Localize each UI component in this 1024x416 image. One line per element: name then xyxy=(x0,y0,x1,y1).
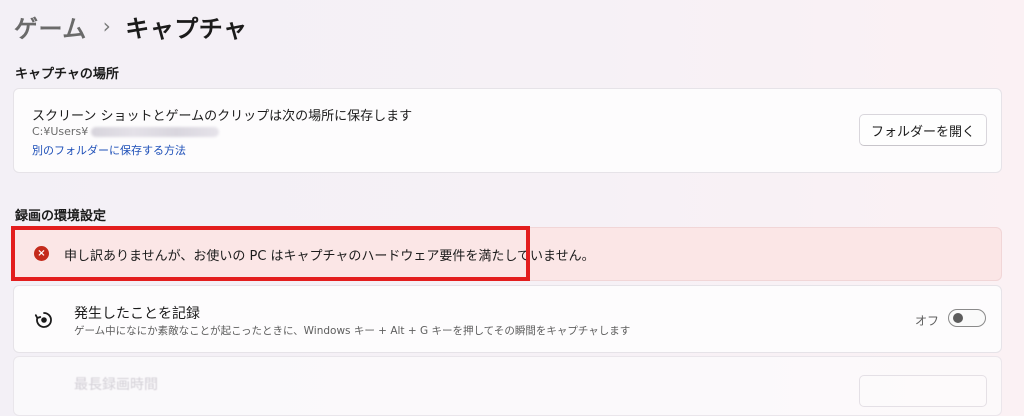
toggle-knob xyxy=(953,313,963,323)
record-what-happened-description: ゲーム中になにか素敵なことが起こったときに、Windows キー + Alt +… xyxy=(74,325,631,337)
hardware-error-banner: × 申し訳ありませんが、お使いの PC はキャプチャのハードウェア要件を満たして… xyxy=(13,227,1002,281)
hardware-error-message: 申し訳ありませんが、お使いの PC はキャプチャのハードウェア要件を満たしていま… xyxy=(64,249,595,264)
max-recording-length-dropdown[interactable] xyxy=(859,375,987,407)
max-recording-length-title: 最長録画時間 xyxy=(74,377,158,393)
section-title-recording-preferences: 録画の環境設定 xyxy=(15,209,107,224)
record-what-happened-toggle[interactable] xyxy=(948,309,986,327)
breadcrumb-parent-games[interactable]: ゲーム xyxy=(14,9,87,44)
section-title-capture-location: キャプチャの場所 xyxy=(15,67,119,82)
open-folder-button[interactable]: フォルダーを開く xyxy=(859,114,987,146)
error-circle-icon: × xyxy=(34,246,49,261)
capture-location-path: C:¥Users¥ xyxy=(32,125,220,138)
capture-location-card: スクリーン ショットとゲームのクリップは次の場所に保存します C:¥Users¥… xyxy=(13,88,1002,173)
record-icon xyxy=(34,312,52,328)
record-what-happened-card: 発生したことを記録 ゲーム中になにか素敵なことが起こったときに、Windows … xyxy=(13,285,1002,353)
page-title: キャプチャ xyxy=(125,14,248,43)
record-what-happened-title: 発生したことを記録 xyxy=(74,306,200,322)
save-elsewhere-help-link[interactable]: 別のフォルダーに保存する方法 xyxy=(32,142,186,158)
chevron-right-icon: › xyxy=(102,14,112,38)
toggle-state-label: オフ xyxy=(915,314,940,328)
max-recording-length-card: 最長録画時間 xyxy=(13,356,1002,416)
redacted-username xyxy=(91,126,220,137)
capture-path-prefix: C:¥Users¥ xyxy=(32,125,89,138)
breadcrumb: ゲーム › キャプチャ xyxy=(14,8,248,44)
capture-location-description: スクリーン ショットとゲームのクリップは次の場所に保存します xyxy=(32,109,413,124)
